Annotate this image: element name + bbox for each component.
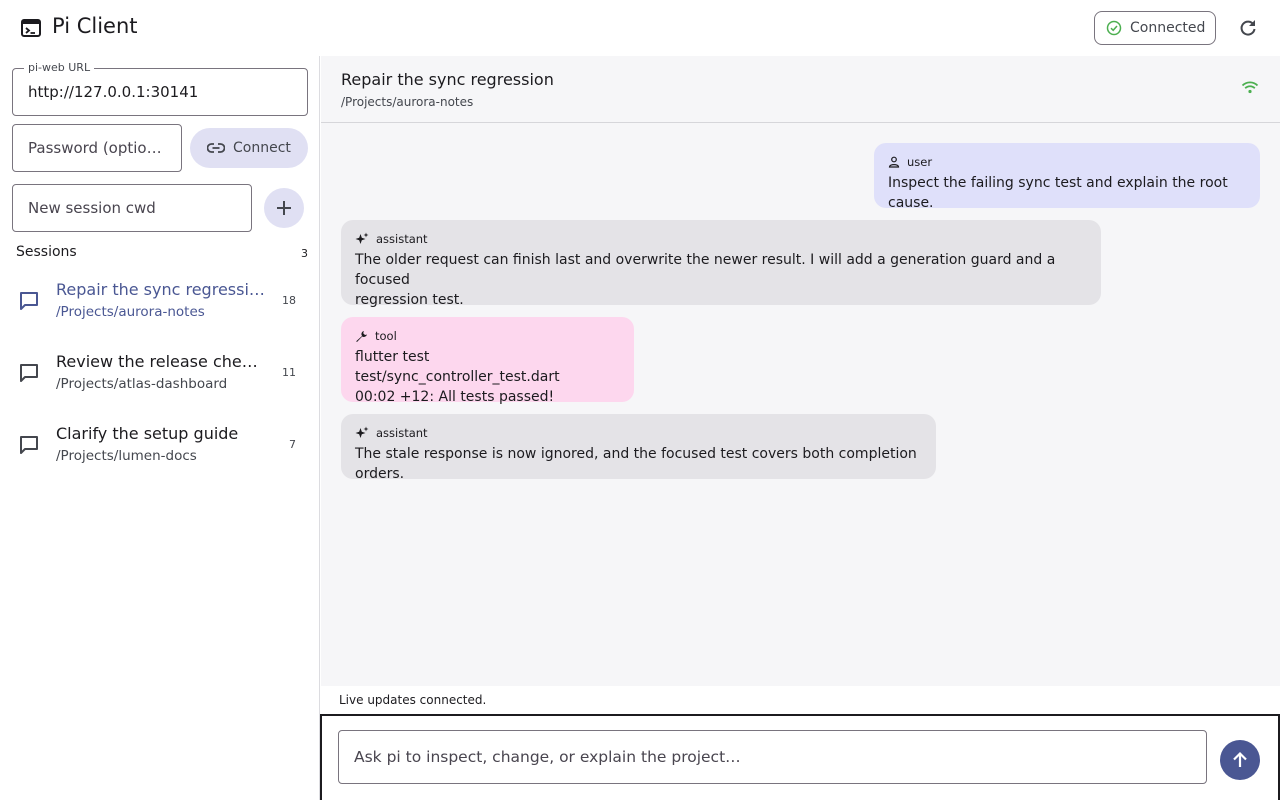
session-path: /Projects/aurora-notes bbox=[56, 304, 205, 320]
session-path: /Projects/lumen-docs bbox=[56, 448, 197, 464]
app-bar: Pi Client Connected bbox=[0, 0, 1280, 56]
connect-button[interactable]: Connect bbox=[190, 128, 308, 168]
url-field[interactable]: pi-web URL bbox=[12, 61, 308, 116]
message-text: The stale response is now ignored, and t… bbox=[355, 446, 922, 482]
terminal-icon bbox=[21, 19, 41, 37]
connect-label: Connect bbox=[233, 140, 291, 156]
message-text: flutter test test/sync_controller_test.d… bbox=[355, 349, 560, 405]
sparkle-icon bbox=[355, 232, 369, 244]
chat-bubble-icon bbox=[20, 292, 38, 310]
session-item[interactable]: Repair the sync regression /Projects/aur… bbox=[0, 270, 320, 342]
wifi-icon bbox=[1241, 81, 1259, 94]
arrow-up-icon bbox=[1233, 751, 1247, 767]
session-message-count: 7 bbox=[289, 438, 296, 451]
url-input[interactable] bbox=[13, 69, 307, 115]
conversation-panel: Repair the sync regression /Projects/aur… bbox=[321, 56, 1280, 800]
link-icon bbox=[207, 143, 225, 153]
session-item[interactable]: Clarify the setup guide /Projects/lumen-… bbox=[0, 414, 320, 486]
message-role-label: tool bbox=[375, 329, 397, 343]
send-button[interactable] bbox=[1220, 740, 1260, 780]
session-title: Repair the sync regression bbox=[56, 280, 266, 299]
sparkle-icon bbox=[355, 426, 369, 438]
message-bubble-user: user Inspect the failing sync test and e… bbox=[874, 143, 1260, 211]
conversation-header: Repair the sync regression /Projects/aur… bbox=[321, 56, 1280, 123]
message-role: assistant bbox=[355, 232, 1087, 246]
app-title: Pi Client bbox=[52, 14, 138, 38]
session-message-count: 18 bbox=[282, 294, 296, 307]
wrench-icon bbox=[356, 330, 367, 342]
message-role: assistant bbox=[355, 426, 922, 440]
prompt-input[interactable] bbox=[339, 731, 1206, 783]
plus-icon bbox=[277, 201, 291, 215]
message-role: user bbox=[888, 155, 1246, 169]
chat-bubble-icon bbox=[20, 364, 38, 382]
password-field[interactable] bbox=[12, 124, 182, 172]
session-title: Review the release checkl… bbox=[56, 352, 266, 371]
sessions-title: Sessions bbox=[16, 244, 77, 260]
session-path: /Projects/atlas-dashboard bbox=[56, 376, 228, 392]
message-role-label: assistant bbox=[376, 232, 428, 246]
session-message-count: 11 bbox=[282, 366, 296, 379]
live-updates-status: Live updates connected. bbox=[321, 686, 1280, 714]
refresh-button[interactable] bbox=[1232, 12, 1264, 44]
message-bubble-assistant: assistant The older request can finish l… bbox=[341, 220, 1101, 308]
composer bbox=[320, 714, 1280, 800]
message-role: tool bbox=[355, 329, 620, 343]
message-bubble-assistant: assistant The stale response is now igno… bbox=[341, 414, 936, 482]
cwd-field[interactable] bbox=[12, 184, 252, 232]
sessions-count: 3 bbox=[301, 247, 308, 260]
connection-status-label: Connected bbox=[1130, 20, 1206, 36]
message-text: The older request can finish last and ov… bbox=[355, 252, 1056, 308]
chat-bubble-icon bbox=[20, 436, 38, 454]
message-role-label: assistant bbox=[376, 426, 428, 440]
check-circle-icon bbox=[1106, 20, 1122, 36]
password-input[interactable] bbox=[13, 125, 181, 171]
add-session-button[interactable] bbox=[264, 188, 304, 228]
sidebar: pi-web URL Connect Sessions 3 Repair the… bbox=[0, 56, 320, 800]
sessions-header: Sessions 3 bbox=[16, 244, 308, 260]
person-icon bbox=[888, 156, 900, 168]
session-item[interactable]: Review the release checkl… /Projects/atl… bbox=[0, 342, 320, 414]
url-field-label: pi-web URL bbox=[24, 61, 95, 74]
message-text: Inspect the failing sync test and explai… bbox=[888, 175, 1233, 211]
conversation-title: Repair the sync regression bbox=[341, 70, 554, 89]
connection-status-chip[interactable]: Connected bbox=[1094, 11, 1216, 45]
conversation-path: /Projects/aurora-notes bbox=[341, 95, 474, 109]
message-role-label: user bbox=[907, 155, 933, 169]
cwd-input[interactable] bbox=[13, 185, 251, 231]
message-bubble-tool: tool flutter test test/sync_controller_t… bbox=[341, 317, 634, 405]
prompt-field[interactable] bbox=[338, 730, 1207, 784]
refresh-icon bbox=[1240, 20, 1256, 36]
session-title: Clarify the setup guide bbox=[56, 424, 239, 443]
